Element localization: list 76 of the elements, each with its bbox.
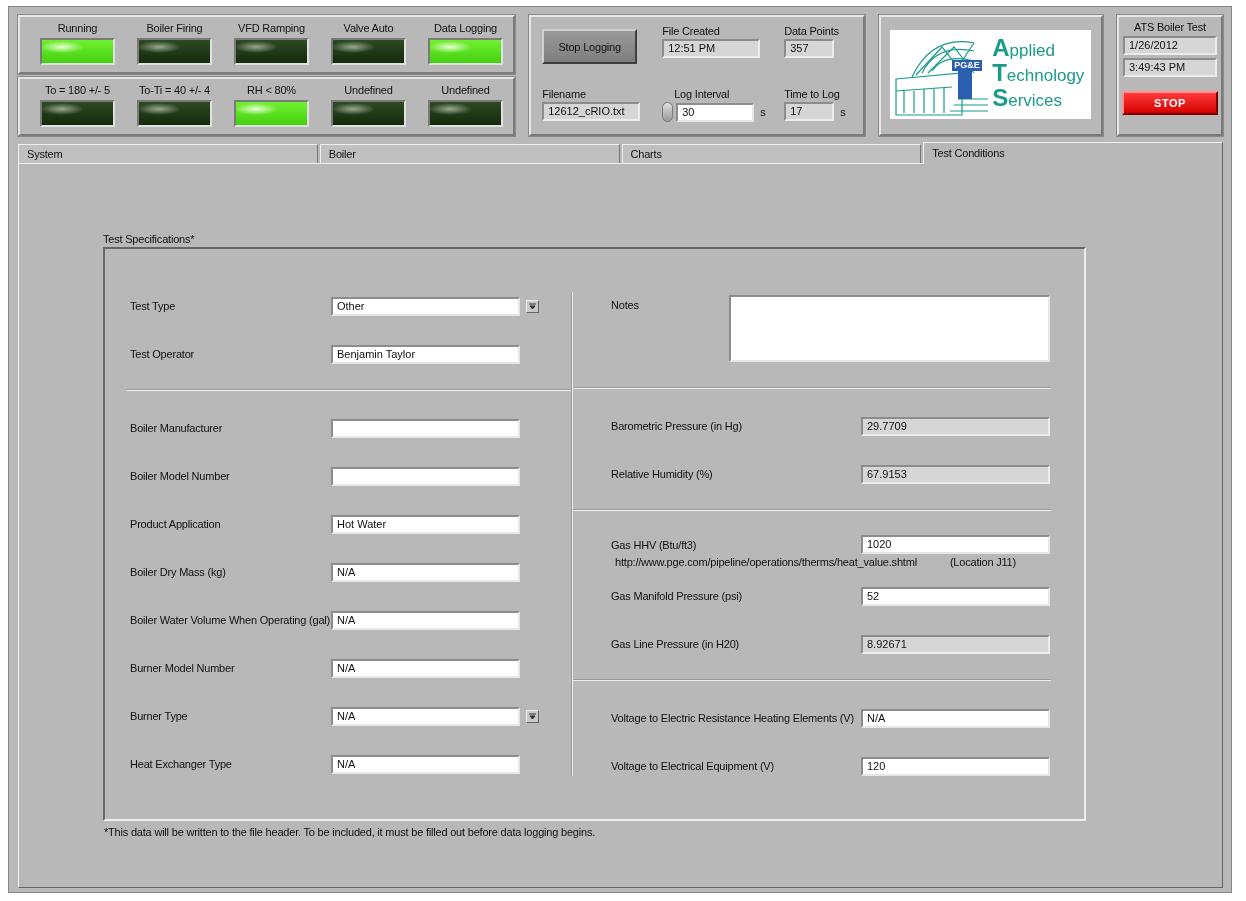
input-field[interactable] [331,418,520,438]
dropdown-field[interactable]: Other [331,296,520,316]
url-text: http://www.pge.com/pipeline/operations/therms/heat_value.shtml [615,555,917,570]
input-field[interactable]: N/A [331,610,520,630]
input-field[interactable]: Hot Water [331,514,520,534]
group-title: Test Specifications* [103,233,196,247]
indicator-label: Undefined [441,83,490,97]
field-label: Boiler Model Number [129,470,231,482]
field-label: Gas Manifold Pressure (psi) [610,590,743,602]
location-note: (Location J11) [949,555,1016,570]
count-display: 357 [784,39,835,58]
indicator-label: Undefined [344,83,393,97]
field-label: Notes [610,298,640,311]
countdown-display: 17 [784,102,835,121]
interval-field[interactable]: 30 [676,102,755,122]
input-field[interactable]: N/A [331,562,520,582]
field-label: Burner Model Number [129,662,236,674]
stop-logging-button[interactable]: Stop Logging [542,29,638,64]
logo-text: Technology [992,62,1085,87]
field-label: Boiler Dry Mass (kg) [129,566,227,578]
field-label: Burner Type [129,710,189,722]
field-label: File Created [662,25,721,37]
stop-button[interactable]: STOP [1122,91,1218,115]
input-field[interactable]: 1020 [861,535,1050,554]
value-display: 29.7709 [861,416,1050,436]
input-field[interactable] [331,466,520,486]
badge-text: PG&E [952,60,982,71]
logo-text: Applied [992,37,1056,62]
indicator-label: Valve Auto [343,21,394,35]
input-field[interactable]: N/A [331,658,520,678]
input-field[interactable]: 52 [861,586,1050,606]
field-label: Gas Line Pressure (in H20) [610,638,741,650]
field-label: Data Points [784,25,840,37]
input-field[interactable]: 120 [861,756,1050,776]
filename-display: 12612_cRIO.txt [542,102,641,121]
indicator-label: VFD Ramping [238,21,305,35]
indicator-label: Data Logging [433,21,497,35]
field-label: Gas HHV (Btu/ft3) [610,538,698,551]
dropdown-field[interactable]: N/A [331,706,520,726]
spinner-icon[interactable] [662,102,674,122]
footnote: *This data will be written to the file header. To be included, it must be filled out before data logging begins. [103,825,597,838]
date-display: 1/26/2012 [1123,36,1217,55]
field-label: Barometric Pressure (in Hg) [610,420,743,432]
input-field[interactable]: N/A [861,708,1050,728]
indicator-label: To-Ti = 40 +/- 4 [139,83,210,97]
field-label: Boiler Manufacturer [129,422,224,434]
time-display: 12:51 PM [662,39,761,58]
unit-label: s [760,106,766,118]
field-label: Time to Log [784,88,841,100]
field-label: Log Interval [673,88,731,100]
tab[interactable]: Charts [621,144,922,163]
time-display: 3:49:43 PM [1123,58,1217,77]
field-label: Voltage to Electric Resistance Heating Elements (V) [610,712,855,724]
input-field[interactable]: N/A [331,754,520,774]
field-label: Heat Exchanger Type [129,758,233,770]
tab[interactable]: Boiler [319,144,620,163]
field-label: Relative Humidity (%) [610,468,714,480]
notes-field[interactable] [729,295,1050,362]
indicator-label: RH < 80% [247,83,296,97]
field-label: Filename [542,88,587,100]
field-label: Boiler Water Volume When Operating (gal) [129,614,331,626]
value-display: 8.92671 [861,634,1050,654]
indicator-label: To = 180 +/- 5 [44,83,111,97]
input-field[interactable]: Benjamin Taylor [331,344,520,364]
panel-title: ATS Boiler Test [1134,21,1206,33]
field-label: Voltage to Electrical Equipment (V) [610,760,775,772]
indicator-label: Boiler Firing [146,21,203,35]
logo-text: Services [992,87,1064,112]
tab[interactable]: Test Conditions [923,142,1223,164]
value-display: 67.9153 [861,464,1050,484]
unit-label: s [840,105,846,118]
indicator-label: Running [57,21,98,35]
tab[interactable]: System [18,144,318,163]
field-label: Test Type [129,300,177,312]
field-label: Test Operator [129,348,196,360]
field-label: Product Application [129,518,222,530]
